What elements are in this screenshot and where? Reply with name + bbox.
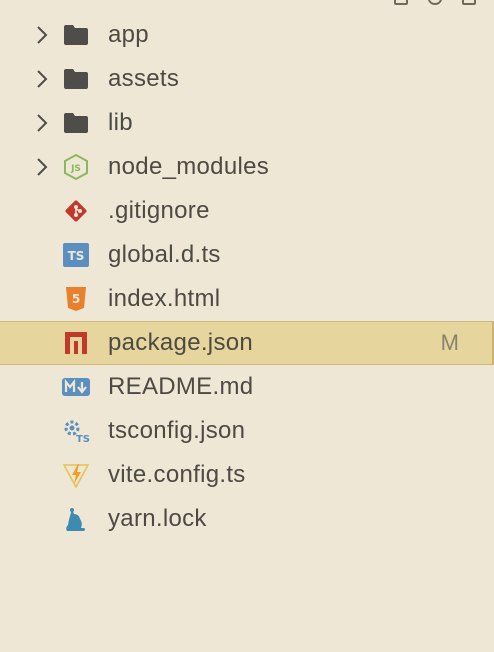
tsconfig-icon: TS (62, 417, 90, 445)
svg-text:JS: JS (70, 164, 81, 174)
tree-item-index-html[interactable]: 5 index.html (0, 277, 494, 321)
chevron-right-icon[interactable] (36, 112, 48, 134)
tree-item-tsconfig-json[interactable]: TS tsconfig.json (0, 409, 494, 453)
collapse-all-icon[interactable] (462, 0, 476, 5)
tree-item-label: package.json (108, 329, 254, 356)
file-tree: app assets lib JS node_modules .gitignor… (0, 13, 494, 541)
chevron-right-icon[interactable] (36, 24, 48, 46)
nodejs-icon: JS (62, 153, 90, 181)
explorer-toolbar (394, 0, 476, 6)
tree-item-label: global.d.ts (108, 241, 221, 268)
tree-item-assets[interactable]: assets (0, 57, 494, 101)
tree-item-node-modules[interactable]: JS node_modules (0, 145, 494, 189)
svg-text:5: 5 (72, 292, 80, 306)
tree-item-package-json[interactable]: package.json M (0, 321, 494, 365)
chevron-right-icon[interactable] (36, 156, 48, 178)
svg-text:TS: TS (76, 434, 90, 444)
tree-item-gitignore[interactable]: .gitignore (0, 189, 494, 233)
tree-item-lib[interactable]: lib (0, 101, 494, 145)
tree-item-label: README.md (108, 373, 254, 400)
tree-item-label: app (108, 21, 149, 48)
tree-item-label: .gitignore (108, 197, 210, 224)
tree-item-label: node_modules (108, 153, 270, 180)
npm-icon (62, 329, 90, 357)
git-status-badge: M (440, 330, 459, 355)
chevron-right-icon[interactable] (36, 68, 48, 90)
vite-icon (62, 461, 90, 489)
yarn-icon (62, 505, 90, 533)
tree-item-global-d-ts[interactable]: TS global.d.ts (0, 233, 494, 277)
folder-icon (62, 65, 90, 93)
folder-icon (62, 109, 90, 137)
folder-icon (62, 21, 90, 49)
git-icon (62, 197, 90, 225)
tree-item-readme-md[interactable]: README.md (0, 365, 494, 409)
tree-item-label: vite.config.ts (108, 461, 246, 488)
tree-item-label: index.html (108, 285, 221, 312)
markdown-icon (62, 373, 90, 401)
tree-item-label: assets (108, 65, 180, 92)
tree-item-label: lib (108, 109, 133, 136)
html5-icon: 5 (62, 285, 90, 313)
svg-text:TS: TS (68, 249, 85, 263)
tree-item-label: tsconfig.json (108, 417, 246, 444)
tree-item-app[interactable]: app (0, 13, 494, 57)
typescript-icon: TS (62, 241, 90, 269)
tree-item-label: yarn.lock (108, 505, 207, 532)
file-explorer: app assets lib JS node_modules .gitignor… (0, 0, 494, 652)
new-file-icon[interactable] (394, 0, 408, 5)
tree-item-vite-config-ts[interactable]: vite.config.ts (0, 453, 494, 497)
tree-item-yarn-lock[interactable]: yarn.lock (0, 497, 494, 541)
refresh-icon[interactable] (428, 0, 442, 5)
